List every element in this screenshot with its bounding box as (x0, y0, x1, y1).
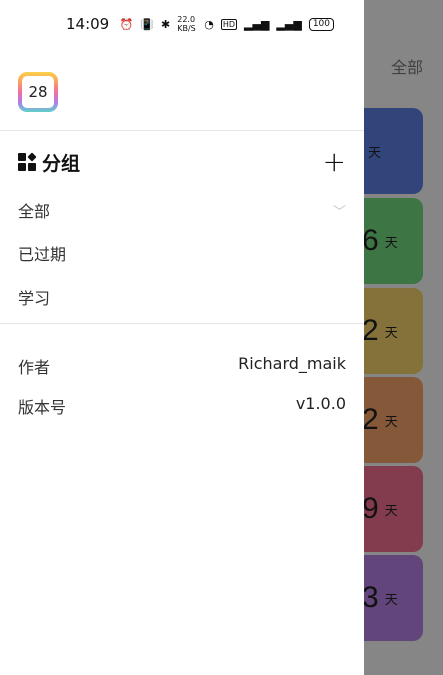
status-bar: 14:09 ⏰ 📳 ✱ 22.0 KB/S ◔ HD ▂▄▆ ▂▄▆ 100 (0, 0, 364, 48)
wifi-icon: ◔ (204, 17, 214, 31)
info-value: v1.0.0 (295, 394, 346, 413)
group-item-label: 已过期 (18, 245, 67, 264)
group-item-all[interactable]: 全部 ﹀ (18, 198, 346, 222)
group-item-label: 全部 (18, 202, 51, 221)
signal-icon-2: ▂▄▆ (276, 17, 302, 31)
hd-icon: HD (220, 18, 238, 30)
battery-icon: 100 (308, 17, 334, 31)
divider (0, 130, 364, 131)
vibrate-icon: 📳 (140, 17, 155, 31)
alarm-icon: ⏰ (119, 17, 134, 31)
info-label: 作者 (18, 358, 51, 377)
group-header: 分组 + (18, 148, 346, 176)
net-speed: 22.0 KB/S (177, 15, 196, 33)
group-item-expired[interactable]: 已过期 (18, 241, 346, 265)
group-title: 分组 (42, 152, 81, 175)
group-item-study[interactable]: 学习 (18, 285, 346, 309)
bluetooth-icon: ✱ (161, 17, 171, 31)
navigation-drawer: 14:09 ⏰ 📳 ✱ 22.0 KB/S ◔ HD ▂▄▆ ▂▄▆ 100 2… (0, 0, 364, 675)
info-row-author: 作者 Richard_maik (18, 354, 346, 378)
group-item-label: 学习 (18, 289, 51, 308)
divider (0, 323, 364, 324)
info-label: 版本号 (18, 398, 67, 417)
info-value: Richard_maik (238, 354, 346, 373)
calendar-icon: 28 (22, 76, 54, 108)
chevron-down-icon: ﹀ (332, 204, 346, 220)
status-time: 14:09 (66, 15, 110, 33)
category-grid-icon (18, 152, 37, 171)
add-group-button[interactable]: + (323, 148, 346, 176)
app-icon: 28 (18, 72, 58, 112)
status-icons: ⏰ 📳 ✱ 22.0 KB/S ◔ HD ▂▄▆ ▂▄▆ 100 (120, 15, 334, 33)
signal-icon: ▂▄▆ (244, 17, 270, 31)
info-row-version: 版本号 v1.0.0 (18, 394, 346, 418)
